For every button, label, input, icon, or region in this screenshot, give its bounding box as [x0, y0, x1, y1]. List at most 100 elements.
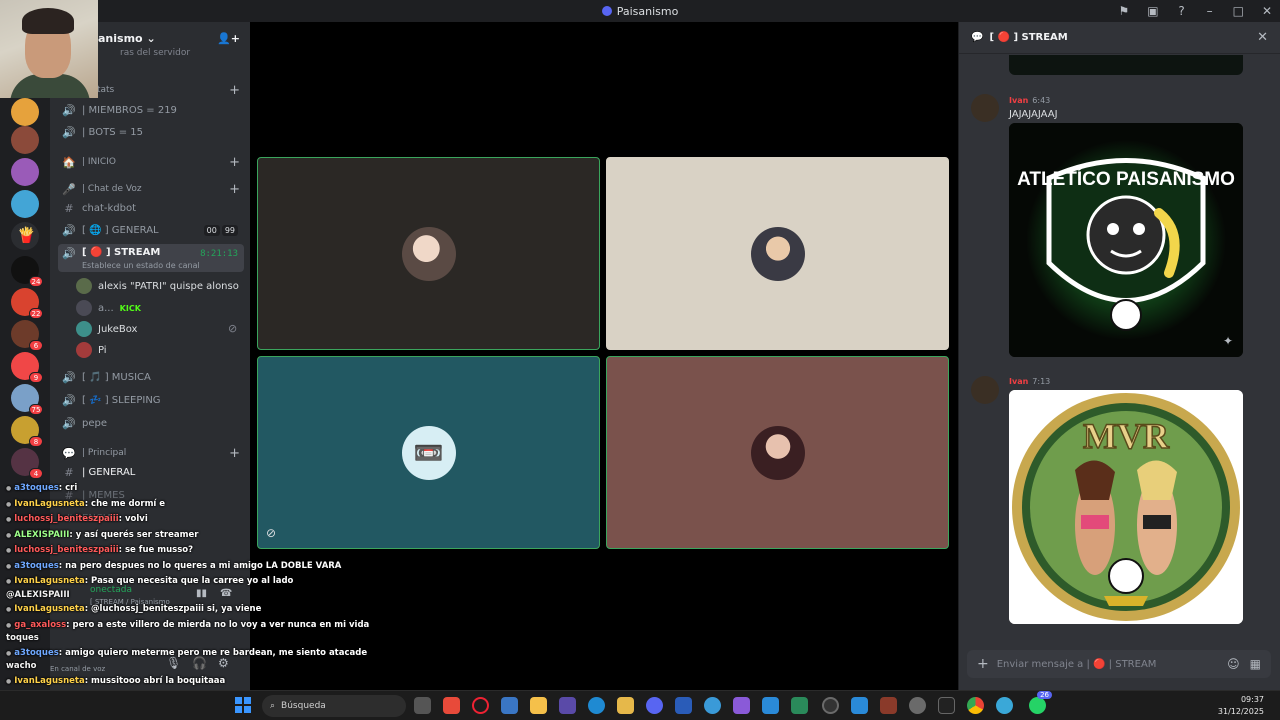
close-window-button[interactable]: ✕ — [1262, 4, 1272, 18]
overlay-chat-line: ● ALEXISPAIII: y así querés ser streamer — [6, 530, 198, 540]
server-icon[interactable]: 9 — [11, 352, 43, 383]
voice-member[interactable]: Pi — [76, 340, 107, 360]
channel-sleeping[interactable]: 🔊[ 💤 ] SLEEPING — [58, 390, 244, 410]
mvr-badge-image[interactable]: MVR — [1009, 390, 1243, 624]
message-author[interactable]: Ivan 7:13 — [1009, 377, 1050, 386]
settings-icon[interactable] — [909, 697, 926, 714]
server-icon[interactable] — [11, 126, 39, 154]
titlebar-controls: ⚑ ▣ ? – □ ✕ — [1118, 0, 1272, 22]
unread-badge: 22 — [29, 308, 43, 319]
server-name: anismo — [98, 31, 143, 45]
obs-icon[interactable] — [822, 697, 839, 714]
channel-pepe[interactable]: 🔊 pepe — [58, 413, 244, 433]
chrome-icon[interactable] — [967, 697, 984, 714]
app-icon[interactable] — [762, 697, 779, 714]
close-chat-button[interactable]: ✕ — [1257, 30, 1268, 45]
overlay-message-text: : y así querés ser streamer — [69, 530, 199, 540]
winrar-icon[interactable] — [880, 697, 897, 714]
attach-plus-icon[interactable]: + — [977, 656, 989, 672]
unread-badge: 75 — [29, 404, 43, 415]
add-channel-icon[interactable]: + — [229, 83, 240, 98]
add-member-icon[interactable]: 👤+ — [217, 32, 240, 45]
avatar[interactable] — [971, 376, 999, 404]
category-chat-de-voz[interactable]: 🎤 | Chat de Voz + — [58, 179, 244, 199]
voice-member[interactable]: a... KICK — [76, 298, 141, 318]
server-icon[interactable]: 4 — [11, 448, 43, 479]
inbox-flag-icon[interactable]: ⚑ — [1118, 4, 1129, 18]
add-channel-icon[interactable]: + — [229, 182, 240, 197]
app-icon[interactable] — [996, 697, 1013, 714]
participant-tile[interactable] — [257, 157, 600, 350]
server-icon[interactable]: 6 — [11, 320, 43, 351]
task-view-icon[interactable] — [414, 697, 431, 714]
minimize-button[interactable]: – — [1205, 4, 1215, 18]
overlay-username: a3toques — [14, 561, 59, 571]
channel-general-voice[interactable]: 🔊[ 🌐 ] GENERAL 00 99 — [58, 220, 244, 240]
server-icon[interactable]: 22 — [11, 288, 43, 319]
maximize-button[interactable]: □ — [1233, 4, 1244, 18]
terminal-icon[interactable] — [938, 697, 955, 714]
app-icon[interactable] — [791, 697, 808, 714]
file-explorer-icon[interactable] — [530, 697, 547, 714]
chat-header: 💬 [ 🔴 ] STREAM ✕ — [959, 22, 1280, 54]
channel-musica[interactable]: 🔊[ 🎵 ] MUSICA — [58, 367, 244, 387]
app-icon[interactable] — [443, 697, 460, 714]
category-inicio[interactable]: 🏠 | INICIO + — [58, 152, 244, 172]
fries-server-icon[interactable]: 🍟 — [11, 222, 39, 250]
screen-share-icon[interactable]: ▣ — [1147, 4, 1158, 18]
app-icon[interactable] — [704, 697, 721, 714]
participant-tile[interactable] — [606, 157, 949, 350]
channel-status-prompt[interactable]: Establece un estado de canal — [82, 261, 200, 270]
previous-attachment[interactable] — [1009, 55, 1243, 75]
voice-member[interactable]: alexis "PATRI" quispe alonso — [76, 276, 239, 296]
message-composer[interactable]: + Enviar mensaje a | 🔴 | STREAM ☺ ▦ — [967, 650, 1271, 678]
store-icon[interactable] — [501, 697, 518, 714]
overlay-message-text: : pero a este villero de mierda no lo vo… — [66, 620, 370, 630]
discord-icon[interactable] — [646, 697, 663, 714]
server-icon[interactable] — [11, 190, 39, 218]
server-icon[interactable]: 24 — [11, 256, 43, 287]
add-channel-icon[interactable]: + — [229, 446, 240, 461]
server-icon[interactable] — [11, 98, 39, 126]
speaker-icon: 🔊 — [62, 223, 76, 237]
emoji-icon[interactable]: ☺ — [1227, 657, 1240, 671]
add-channel-icon[interactable]: + — [229, 155, 240, 170]
server-icon[interactable]: 8 — [11, 416, 43, 447]
message-time: 6:43 — [1032, 96, 1051, 105]
window-title-text: Paisanismo — [616, 4, 679, 18]
taskbar-search[interactable]: ⌕ Búsqueda — [262, 695, 406, 717]
overlay-username: a3toques — [14, 483, 59, 493]
channel-general-text[interactable]: # | GENERAL — [58, 462, 244, 482]
mvr-badge-svg: MVR — [1009, 390, 1243, 624]
start-button[interactable] — [235, 697, 251, 713]
atletico-badge-image[interactable]: ATLETÍCO PAISANISMO — [1009, 123, 1243, 357]
server-icon[interactable] — [11, 158, 39, 186]
channel-stream-active[interactable]: 🔊[ 🔴 ] STREAM 8:21:13 Establece un estad… — [58, 244, 244, 272]
overlay-chat-line: @ALEXISPAIII — [6, 590, 70, 600]
channel-bots[interactable]: 🔊 | BOTS = 15 — [58, 122, 244, 142]
participant-tile[interactable] — [606, 356, 949, 549]
channel-members[interactable]: 🔊 | MIEMBROS = 219 — [58, 100, 244, 120]
system-clock[interactable]: 09:37 31/12/2025 — [1218, 694, 1264, 718]
app-icon[interactable] — [559, 697, 576, 714]
window-titlebar: Paisanismo ⚑ ▣ ? – □ ✕ — [0, 0, 1280, 22]
app-icon[interactable] — [733, 697, 750, 714]
help-icon[interactable]: ? — [1177, 4, 1187, 18]
app-icon[interactable] — [617, 697, 634, 714]
overlay-message-text: : cri — [58, 483, 78, 493]
category-principal[interactable]: 💬 | Principal + — [58, 443, 244, 463]
server-icon[interactable]: 75 — [11, 384, 43, 415]
opera-icon[interactable] — [472, 697, 489, 714]
participant-avatar — [750, 425, 805, 480]
voice-member[interactable]: JukeBox — [76, 319, 137, 339]
whatsapp-icon[interactable]: 26 — [1029, 691, 1052, 714]
edge-icon[interactable] — [588, 697, 605, 714]
app-icon[interactable] — [851, 697, 868, 714]
message-author[interactable]: Ivan 6:43 — [1009, 96, 1050, 105]
avatar[interactable] — [971, 94, 999, 122]
overlay-message-text: wacho — [6, 661, 37, 671]
app-icon[interactable] — [675, 697, 692, 714]
gallery-icon[interactable]: ▦ — [1250, 657, 1261, 671]
speaker-icon: 🔊 — [62, 393, 76, 407]
channel-chat-kdbot[interactable]: # chat-kdbot — [58, 198, 244, 218]
